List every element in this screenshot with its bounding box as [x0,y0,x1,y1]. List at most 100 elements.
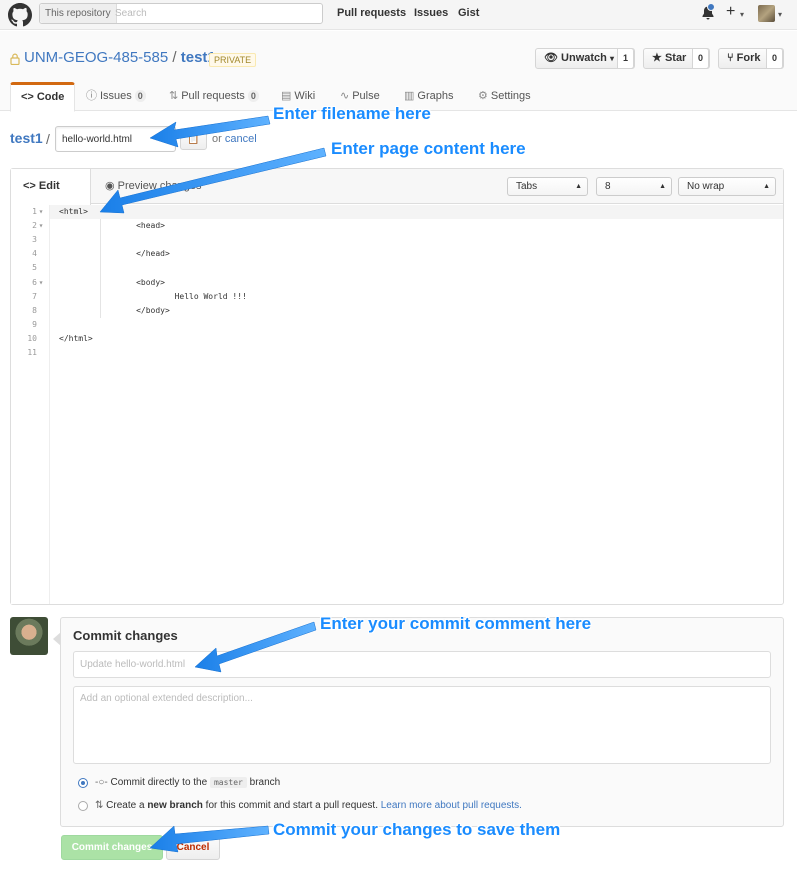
tab-issues-label: Issues [100,90,132,102]
line-number-text: 4 [32,249,37,259]
tab-wiki-label: Wiki [294,90,316,102]
commit-changes-button[interactable]: Commit changes [61,835,163,860]
star-label: Star [664,52,687,64]
eye-icon: ◉ [105,180,115,192]
fork-label: Fork [736,52,761,64]
line-number: 3 [11,233,45,247]
search-scope-label: This repository [40,4,117,23]
commit-directly-option[interactable]: -○- Commit directly to the master branch [95,777,280,788]
search-input[interactable] [115,5,315,22]
clipboard-icon[interactable]: 📋 [180,130,207,150]
commit-message-input[interactable] [73,651,771,678]
chevron-down-icon[interactable]: ▾ [740,10,744,19]
repo-path-separator: / [172,49,177,66]
committer-avatar [10,617,48,655]
fold-marker-icon[interactable]: ▾ [37,219,45,233]
gear-icon: ⚙ [478,90,488,102]
code-line[interactable]: <head> [59,219,165,233]
tab-pulse-label: Pulse [352,90,380,102]
unwatch-button[interactable]: 👁 Unwatch ▾ 1 [535,48,635,69]
code-line[interactable]: <body> [59,276,165,290]
code-line[interactable]: <html> [59,205,88,219]
fork-icon: ⑂ [727,52,734,64]
fork-button[interactable]: ⑂ Fork 0 [718,48,784,69]
user-avatar[interactable] [758,5,775,22]
filename-input[interactable] [55,126,176,152]
option2-bold: new branch [147,800,203,811]
eye-icon: 👁 [544,52,558,64]
tab-issues[interactable]: ⓘ Issues 0 [86,82,146,112]
tab-edit-file[interactable]: <> Edit file [11,169,91,226]
breadcrumb-repo-link[interactable]: test1 [10,130,43,146]
tab-code-label: Code [36,91,65,103]
stars-count[interactable]: 0 [692,48,709,69]
indent-guide [100,219,101,318]
tab-code[interactable]: <> Code [10,82,76,112]
star-icon: ★ [652,52,662,64]
tab-preview-changes[interactable]: ◉ Preview changes [93,169,213,205]
private-badge: PRIVATE [209,53,257,67]
wrap-mode-value: No wrap [687,181,725,192]
repository-title: UNM-GEOG-485-585 / test1 [24,49,216,66]
chevron-down-icon[interactable]: ▾ [778,10,782,19]
indent-size-select[interactable]: 8 ▲ [596,177,672,196]
cancel-button[interactable]: Cancel [166,835,220,860]
indent-size-value: 8 [605,181,611,192]
pull-requests-count-badge: 0 [247,90,259,102]
line-number: 9 [11,318,45,332]
branch-name-chip: master [209,777,247,788]
tab-graphs-label: Graphs [417,90,454,102]
tab-settings[interactable]: ⚙ Settings [478,82,531,112]
star-button[interactable]: ★ Star 0 [643,48,710,69]
repository-header: UNM-GEOG-485-585 / test1 PRIVATE 👁 Unwat… [0,31,797,112]
active-line-highlight [12,205,783,219]
line-number: 11 [11,346,45,360]
new-branch-radio[interactable] [78,801,88,811]
github-logo-icon[interactable] [8,3,32,27]
option1-suffix: branch [249,777,281,788]
nav-pull-requests[interactable]: Pull requests [337,0,406,30]
breadcrumb-separator: / [46,131,50,147]
code-line[interactable]: </head> [59,247,170,261]
option1-prefix: Commit directly to the [110,777,208,788]
unwatch-label: Unwatch [561,52,607,64]
fold-marker-icon[interactable]: ▾ [37,205,45,219]
repo-owner-link[interactable]: UNM-GEOG-485-585 [24,49,168,66]
cancel-link[interactable]: cancel [225,133,257,145]
learn-more-link[interactable]: Learn more about pull requests. [381,800,522,811]
code-line[interactable]: </body> [59,304,170,318]
code-line[interactable]: </html> [59,332,93,346]
pull-request-icon: ⇅ [169,90,179,102]
annotation-commit-comment: Enter your commit comment here [320,614,592,633]
indent-mode-value: Tabs [516,181,538,192]
nav-gist[interactable]: Gist [458,0,479,30]
global-header: This repository Pull requests Issues Gis… [0,0,797,30]
option2-prefix: Create a [106,800,145,811]
commit-description-textarea[interactable] [73,686,771,764]
tab-pull-requests[interactable]: ⇅ Pull requests 0 [169,82,259,112]
wrap-mode-select[interactable]: No wrap ▲ [678,177,776,196]
commit-directly-radio[interactable] [78,778,88,788]
chevron-down-icon: ▾ [609,54,614,63]
line-number-text: 10 [27,333,37,343]
line-number: 1 ▾ [11,205,45,219]
search-box[interactable]: This repository [39,3,323,24]
tab-settings-label: Settings [490,90,531,102]
indent-mode-select[interactable]: Tabs ▲ [507,177,588,196]
fold-marker-icon[interactable]: ▾ [37,276,45,290]
code-line[interactable]: Hello World !!! [59,290,247,304]
nav-issues[interactable]: Issues [414,0,448,30]
select-arrows-icon: ▲ [575,183,582,190]
cancel-edit-text: or cancel [212,133,257,145]
line-number: 7 [11,290,45,304]
watchers-count[interactable]: 1 [617,48,634,69]
annotation-content: Enter page content here [331,139,526,158]
editor-toolbar: <> Edit file ◉ Preview changes Tabs ▲ 8 … [11,169,783,226]
preview-changes-label: Preview changes [117,180,202,192]
issues-count-badge: 0 [134,90,146,102]
create-new-icon[interactable]: + [726,2,735,22]
or-text: or [212,133,222,145]
line-number: 6 ▾ [11,276,45,290]
new-branch-option[interactable]: ⇅ Create a new branch for this commit an… [95,800,522,811]
forks-count[interactable]: 0 [766,48,783,69]
